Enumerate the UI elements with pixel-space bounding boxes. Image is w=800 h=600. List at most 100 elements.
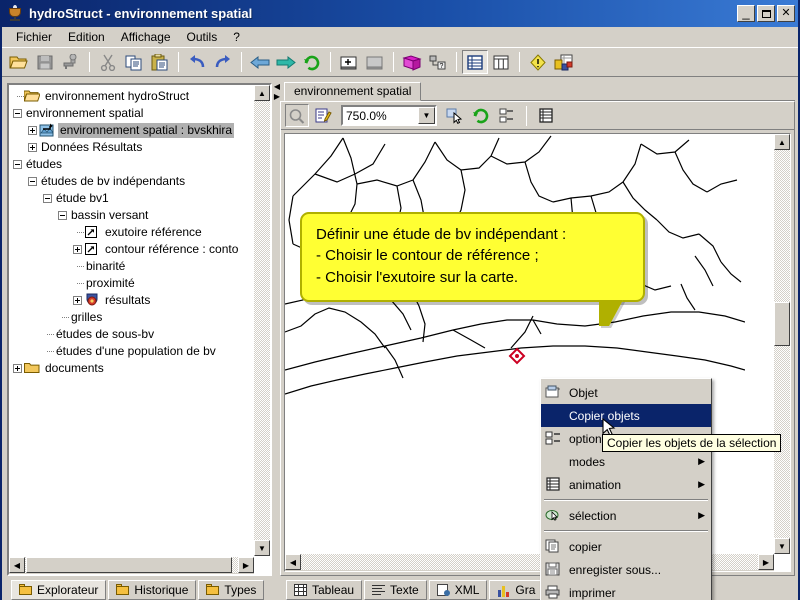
context-menu[interactable]: ObjetCopier objetsoptions d'affichage▶mo… [540, 378, 712, 600]
menu-edition[interactable]: Edition [60, 28, 113, 46]
context-menu-item[interactable]: sélection ▶ [541, 504, 711, 527]
tree-expand-button[interactable] [73, 245, 82, 254]
tree-node[interactable]: documents [11, 360, 254, 377]
tab-environnement-spatial[interactable]: environnement spatial [284, 82, 422, 101]
map-canvas[interactable]: Définir une étude de bv indépendant : - … [284, 133, 791, 572]
zoom-dropdown-button[interactable]: ▼ [418, 107, 435, 124]
pointer-select-button[interactable] [443, 104, 467, 127]
warning-button[interactable] [525, 50, 551, 74]
tree-node[interactable]: études d'une population de bv [11, 343, 254, 360]
tree-collapse-button[interactable] [58, 211, 67, 220]
menu-outils[interactable]: Outils [179, 28, 226, 46]
add-window-button[interactable] [336, 50, 362, 74]
map-scroll-left-button[interactable]: ◀ [285, 554, 301, 570]
tree-horizontal-scrollbar[interactable]: ◀ ▶ [9, 557, 254, 574]
map-scroll-up-button[interactable]: ▲ [774, 134, 790, 150]
tree-node[interactable]: résultats [11, 292, 254, 309]
tree-node[interactable]: bassin versant [11, 207, 254, 224]
tab-graphique[interactable]: Gra [489, 580, 544, 600]
menu-help[interactable]: ? [225, 28, 248, 46]
tree-scroll-up-button[interactable]: ▲ [254, 85, 270, 101]
tree-expand-button[interactable] [28, 126, 37, 135]
save-button[interactable] [32, 50, 58, 74]
tree-node[interactable]: exutoire référence [11, 224, 254, 241]
map-scroll-down-button[interactable]: ▼ [774, 538, 790, 554]
tree-node[interactable]: études [11, 156, 254, 173]
undo-button[interactable] [184, 50, 210, 74]
remove-window-button[interactable] [362, 50, 388, 74]
close-button[interactable]: ✕ [777, 5, 795, 22]
callout-tail [599, 299, 623, 326]
object-tree[interactable]: environnement hydroStruct environnement s… [9, 85, 254, 556]
tree-expand-button[interactable] [13, 364, 22, 373]
tree-vscroll-track[interactable] [254, 101, 270, 540]
view-refresh-button[interactable] [469, 104, 493, 127]
tab-explorateur[interactable]: Explorateur [11, 580, 107, 600]
tree-node[interactable]: environnement spatial [11, 105, 254, 122]
zoom-tool-button[interactable] [285, 104, 309, 127]
tree-node[interactable]: grilles [11, 309, 254, 326]
open-button[interactable] [6, 50, 32, 74]
map-vscroll-thumb[interactable] [774, 302, 790, 346]
tree-node[interactable]: contour référence : conto [11, 241, 254, 258]
tree-scroll-down-button[interactable]: ▼ [254, 540, 270, 556]
minimize-button[interactable]: _ [737, 5, 755, 22]
tree-collapse-button[interactable] [13, 109, 22, 118]
context-menu-item[interactable]: imprimer [541, 581, 711, 600]
context-menu-item[interactable]: animation ▶ [541, 473, 711, 496]
context-menu-item[interactable]: copier [541, 535, 711, 558]
context-menu-item[interactable]: Objet [541, 381, 711, 404]
forward-button[interactable] [273, 50, 299, 74]
tree-expand-button[interactable] [28, 143, 37, 152]
context-menu-item[interactable]: modes ▶ [541, 450, 711, 473]
filmstrip-button[interactable] [534, 104, 558, 127]
tree-vertical-scrollbar[interactable]: ▲ ▼ [254, 85, 270, 556]
redo-button[interactable] [210, 50, 236, 74]
tree-node[interactable]: Données Résultats [11, 139, 254, 156]
tree-node[interactable]: études de sous-bv [11, 326, 254, 343]
zoom-level-combobox[interactable]: ▼ [341, 105, 437, 126]
tree-hscroll-thumb[interactable] [26, 557, 232, 573]
tab-types[interactable]: Types [198, 580, 265, 600]
tree-node[interactable]: étude bv1 [11, 190, 254, 207]
tree-expand-button[interactable] [73, 296, 82, 305]
book-button[interactable] [399, 50, 425, 74]
map-vertical-scrollbar[interactable]: ▲ ▼ [774, 134, 790, 554]
maximize-button[interactable] [757, 5, 775, 22]
menu-affichage[interactable]: Affichage [113, 28, 179, 46]
tree-node[interactable]: binarité [11, 258, 254, 275]
submenu-arrow-icon: ▶ [698, 479, 705, 489]
wizard-button[interactable] [551, 50, 577, 74]
tab-xml[interactable]: XML [428, 580, 488, 600]
tree-collapse-button[interactable] [13, 160, 22, 169]
help-tree-button[interactable]: ? [425, 50, 451, 74]
faucet-button[interactable] [58, 50, 84, 74]
menu-fichier[interactable]: Fichier [8, 28, 60, 46]
toolbar-separator [330, 52, 331, 72]
tab-tableau[interactable]: Tableau [286, 580, 363, 600]
cut-button[interactable] [95, 50, 121, 74]
refresh-button[interactable] [299, 50, 325, 74]
tab-historique[interactable]: Historique [108, 580, 197, 600]
paste-button[interactable] [147, 50, 173, 74]
grid-view-button[interactable] [488, 50, 514, 74]
back-button[interactable] [247, 50, 273, 74]
tree-scroll-right-button[interactable]: ▶ [238, 557, 254, 573]
tree-node[interactable]: proximité [11, 275, 254, 292]
tree-collapse-button[interactable] [43, 194, 52, 203]
edit-tool-button[interactable] [311, 104, 335, 127]
map-scroll-right-button[interactable]: ▶ [758, 554, 774, 570]
tree-node[interactable]: environnement hydroStruct [11, 88, 254, 105]
context-menu-item[interactable]: Copier objets [541, 404, 711, 427]
table-view-button[interactable] [462, 50, 488, 74]
tab-texte[interactable]: Texte [364, 580, 427, 600]
display-options-button[interactable] [495, 104, 519, 127]
zoom-level-input[interactable] [343, 107, 418, 124]
copy-button[interactable] [121, 50, 147, 74]
context-menu-item[interactable]: enregister sous... [541, 558, 711, 581]
tree-node[interactable]: études de bv indépendants [11, 173, 254, 190]
tree-node[interactable]: environnement spatial : bvskhira [11, 122, 254, 139]
tree-collapse-button[interactable] [28, 177, 37, 186]
tree-scroll-left-button[interactable]: ◀ [9, 557, 25, 573]
